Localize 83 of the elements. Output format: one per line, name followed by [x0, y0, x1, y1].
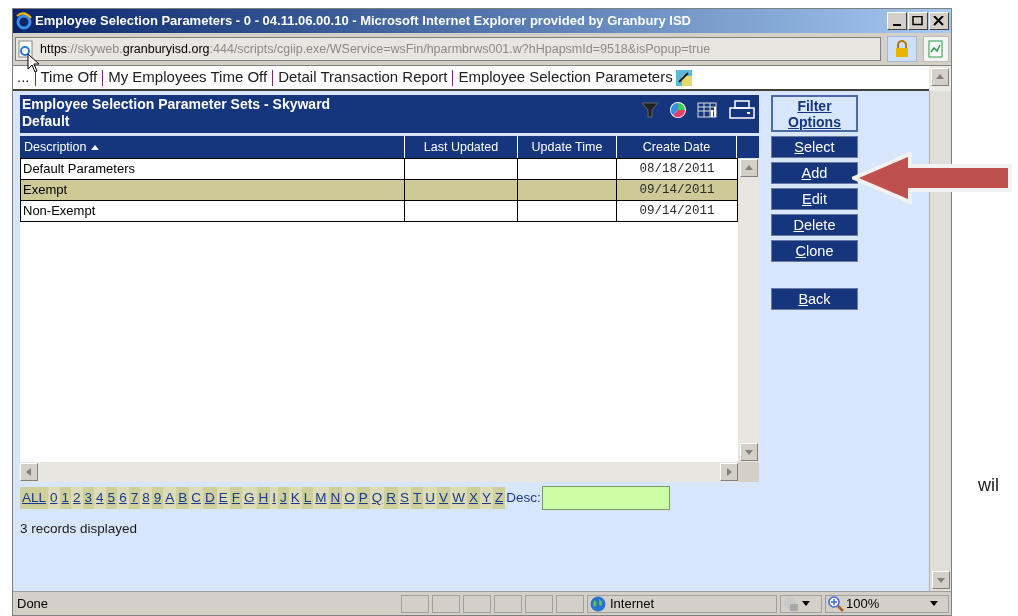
globe-icon	[590, 595, 606, 612]
minimize-icon	[893, 23, 901, 26]
table-row[interactable]: Exempt 09/14/2011	[20, 179, 738, 201]
browser-logo-icon	[15, 12, 33, 30]
action-button[interactable]: Clone	[771, 240, 858, 262]
status-pane	[494, 594, 522, 613]
breadcrumb-link[interactable]: My Employees Time Off	[108, 66, 268, 89]
status-pane	[432, 594, 460, 613]
sort-ascending-icon	[89, 143, 100, 151]
letter-filter-link[interactable]: V	[437, 487, 451, 509]
minimize-button[interactable]	[887, 12, 907, 30]
letter-filter-link[interactable]: 8	[140, 487, 152, 509]
pie-chart-icon[interactable]	[669, 101, 687, 119]
panel-title: Employee Selection Parameter Sets - Skyward Default	[22, 96, 332, 130]
scroll-right-button[interactable]	[720, 463, 738, 481]
letter-filter-link[interactable]: W	[450, 487, 467, 509]
letter-filter-link[interactable]: O	[342, 487, 357, 509]
zoom-icon	[828, 595, 844, 612]
breadcrumb-link[interactable]: Detail Transaction Report	[278, 66, 448, 89]
letter-filter-link[interactable]: 0	[48, 487, 60, 509]
action-button[interactable]: Edit	[771, 188, 858, 210]
letter-filter-link[interactable]: I	[270, 487, 278, 509]
status-text: Done	[16, 594, 50, 613]
table-row[interactable]: Non-Exempt 09/14/2011	[20, 200, 738, 222]
maximize-icon	[912, 16, 924, 26]
lock-button[interactable]	[887, 36, 917, 62]
maximize-button[interactable]	[908, 12, 928, 30]
side-text: wil	[978, 474, 1000, 497]
letter-filter-link[interactable]: J	[278, 487, 289, 509]
chart-page-icon	[928, 40, 944, 58]
letter-filter-link[interactable]: S	[398, 487, 412, 509]
printer-icon[interactable]	[729, 100, 755, 120]
letter-filter-link[interactable]: A	[163, 487, 177, 509]
breadcrumb-link[interactable]: Employee Selection Parameters	[458, 66, 673, 89]
desc-label: Desc:	[506, 488, 541, 507]
letter-filter-link[interactable]: C	[189, 487, 203, 509]
export-icon	[675, 69, 692, 86]
action-button[interactable]: Select	[771, 136, 858, 158]
letter-filter-link[interactable]: U	[423, 487, 438, 509]
url-text: https://skyweb.granburyisd.org:444/scripts/cgiip.exe/WService=wsFin/hparmbrws001.w?hHpapsmId=9518&isPopup=true	[40, 40, 711, 58]
letter-filter-link[interactable]: R	[384, 487, 399, 509]
table-cell-text: 09/14/2011	[638, 182, 716, 199]
table-cell-text: 08/18/2011	[638, 161, 716, 178]
dropdown-caret-icon[interactable]	[930, 600, 938, 607]
report-button[interactable]	[923, 36, 949, 62]
action-button[interactable]: Add	[771, 162, 858, 184]
desc-field[interactable]	[541, 486, 670, 510]
table-cell-text: 09/14/2011	[638, 203, 716, 220]
padlock-icon	[894, 40, 910, 58]
letter-filter-link[interactable]: ALL	[20, 487, 49, 509]
status-pane	[525, 594, 553, 613]
status-pane	[556, 594, 584, 613]
filter-icon[interactable]	[641, 102, 659, 118]
table-cell: Non-Exempt	[21, 201, 405, 221]
zone-text: Internet	[610, 594, 655, 613]
status-pane	[463, 594, 491, 613]
status-pane	[401, 594, 429, 613]
breadcrumb-link[interactable]: Time Off	[40, 66, 98, 89]
scroll-left-button[interactable]	[20, 463, 38, 481]
scrollbar-corner	[738, 462, 759, 482]
table-chart-icon[interactable]	[697, 101, 719, 119]
scroll-down-button[interactable]	[931, 571, 950, 589]
letter-filter-link[interactable]: B	[176, 487, 190, 509]
dropdown-caret-icon[interactable]	[802, 600, 810, 607]
scroll-up-button[interactable]	[739, 159, 758, 177]
back-button[interactable]: Back	[771, 288, 858, 310]
window-title: Employee Selection Parameters - 0 - 04.11.06.00.10 - Microsoft Internet Explorer provided by Granbury ISD	[35, 12, 692, 31]
action-button[interactable]: Delete	[771, 214, 858, 236]
filter-options-button[interactable]: Filter Options	[771, 95, 858, 132]
table-row[interactable]: Default Parameters 08/18/2011	[20, 158, 738, 180]
breadcrumb-link[interactable]: ...	[17, 66, 30, 89]
letter-filter-link[interactable]: 2	[71, 487, 83, 509]
record-count: 3 records displayed	[20, 520, 139, 538]
letter-filter-link[interactable]: M	[313, 487, 329, 509]
page-icon	[18, 40, 34, 58]
address-field[interactable]: https://skyweb.granburyisd.org:444/scripts/cgiip.exe/WService=wsFin/hparmbrws001.w?hHpapsmId=9518&isPopup=true	[15, 37, 881, 61]
letter-filter-link[interactable]: T	[411, 487, 424, 509]
scroll-down-button[interactable]	[739, 443, 758, 461]
close-icon	[933, 16, 945, 26]
scroll-up-button[interactable]	[931, 68, 949, 86]
letter-filter-link[interactable]: 4	[94, 487, 106, 509]
close-button[interactable]	[929, 12, 949, 30]
letter-filter-link[interactable]: 6	[117, 487, 129, 509]
